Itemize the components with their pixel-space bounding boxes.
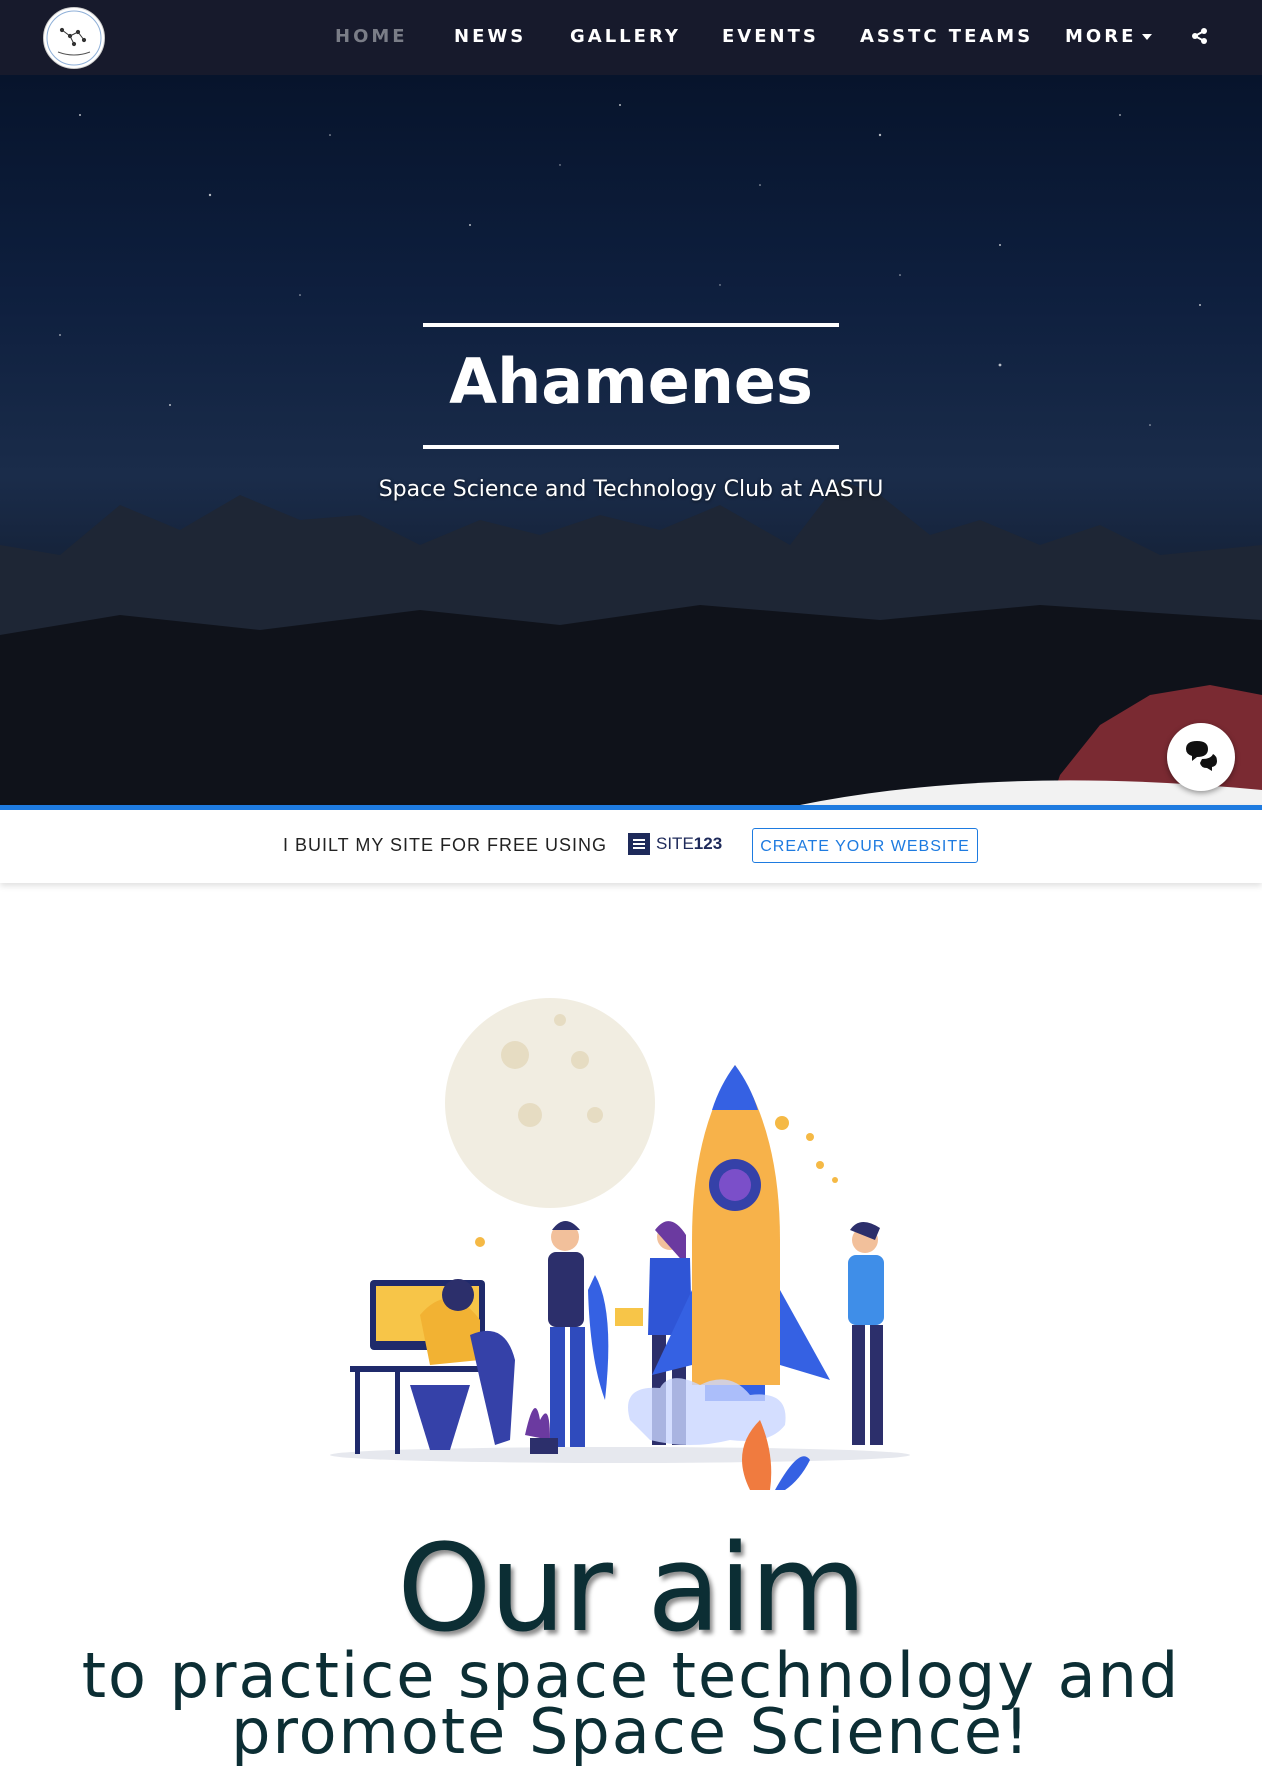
hero-subtitle: Space Science and Technology Club at AAS… (378, 477, 884, 502)
chat-button[interactable] (1167, 723, 1235, 791)
hero-bottom-divider (423, 445, 839, 449)
hero-title: Ahamenes (449, 345, 813, 418)
top-navbar: HOME NEWS GALLERY EVENTS ASSTC TEAMS MOR… (0, 0, 1262, 75)
nav-events[interactable]: EVENTS (722, 26, 819, 47)
caret-down-icon (1142, 34, 1153, 40)
site123-mark-icon (628, 833, 650, 855)
site-logo[interactable] (43, 7, 105, 69)
chat-icon (1186, 741, 1217, 771)
nav-gallery[interactable]: GALLERY (570, 26, 681, 47)
share-icon[interactable] (1190, 26, 1210, 46)
brand-prefix: SITE (656, 834, 694, 853)
nav-more-label: MORE (1065, 26, 1137, 47)
site123-brand: SITE123 (656, 834, 722, 854)
brand-number: 123 (693, 834, 723, 853)
nav-asstc-teams[interactable]: ASSTC TEAMS (860, 26, 1033, 47)
nav-more[interactable]: MORE (1065, 26, 1153, 47)
nav-home[interactable]: HOME (335, 26, 408, 47)
create-website-button[interactable]: CREATE YOUR WEBSITE (752, 828, 978, 863)
nav-news[interactable]: NEWS (454, 26, 526, 47)
rocket-team-illustration (330, 998, 910, 1490)
promo-text: I BUILT MY SITE FOR FREE USING (283, 835, 608, 855)
constellation-logo-icon (46, 10, 102, 66)
hero-top-divider (423, 323, 839, 327)
hero-section: Ahamenes Space Science and Technology Cl… (0, 75, 1262, 805)
aim-description: to practice space technology and promote… (81, 1639, 1181, 1768)
site123-logo[interactable]: SITE123 (628, 833, 722, 855)
site123-promo-bar: I BUILT MY SITE FOR FREE USING SITE123 C… (0, 805, 1262, 883)
night-sky-mountains-background (0, 104, 1262, 805)
